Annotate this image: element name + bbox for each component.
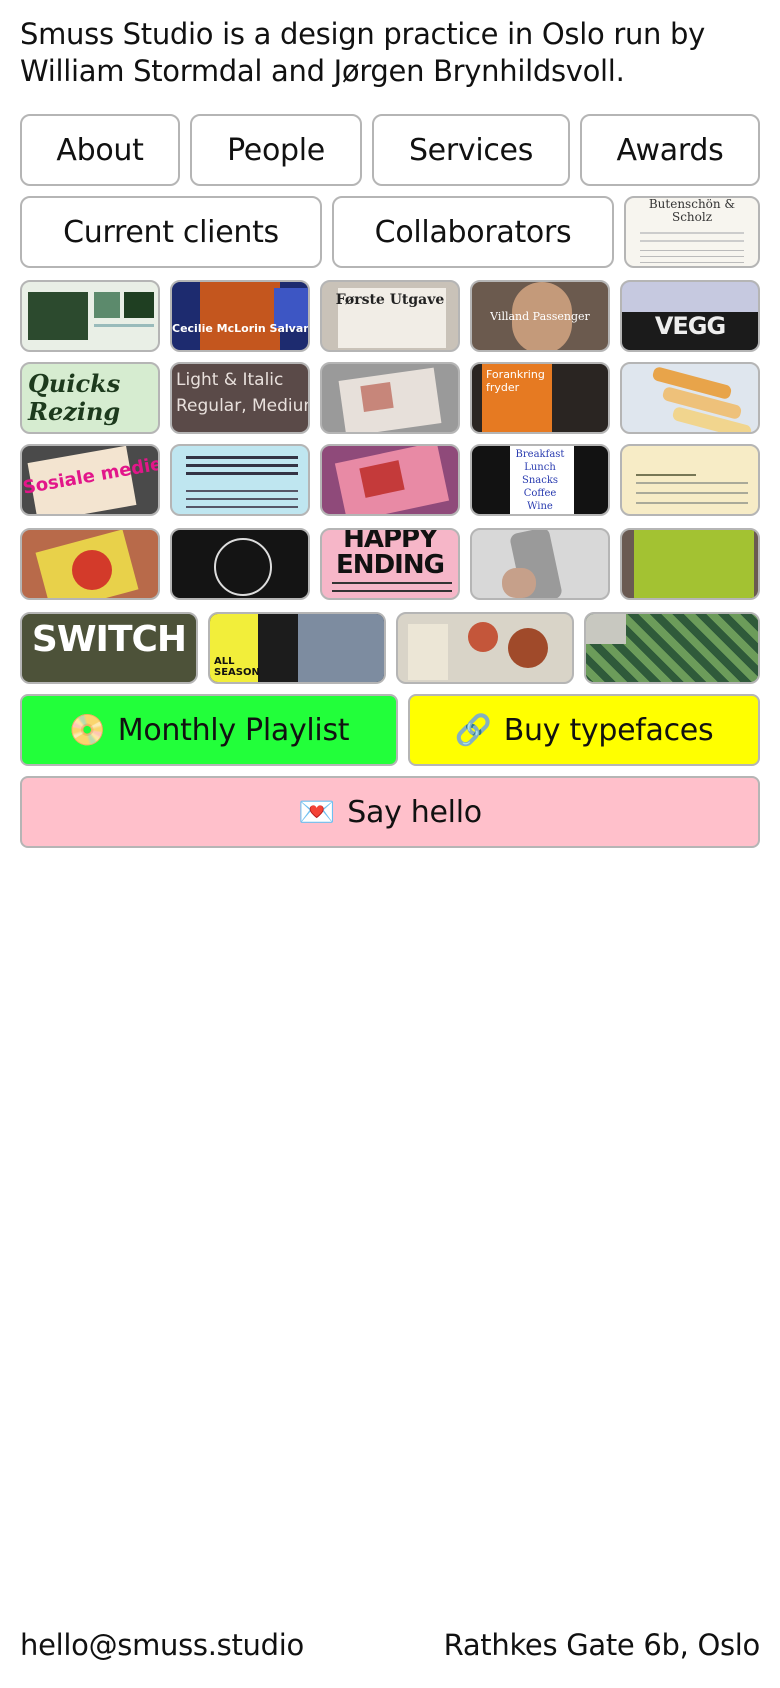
text-line [186,464,298,467]
project-thumbnail-green-tiles[interactable] [584,612,760,684]
project-thumbnail-happy-ending[interactable]: HAPPY ENDING [320,528,460,600]
project-thumbnail-villand[interactable]: Villand Passenger [470,280,610,352]
project-thumbnail-magazine[interactable] [320,362,460,434]
hand-image [502,568,536,598]
say-hello-button[interactable]: 💌 Say hello [20,776,760,848]
thumbnail-subtitle: Regular, Medium [176,396,310,416]
project-thumbnail-illustrated-menu[interactable] [620,444,760,516]
project-thumbnail-forste-utgave[interactable]: Første Utgave [320,280,460,352]
text-line [332,582,452,584]
menu-item: Coffee [523,488,557,499]
project-thumbnail-cecilie[interactable]: Cecilie McLorin Salvant [170,280,310,352]
disc-icon: 📀 [68,712,106,748]
project-thumbnail-vegg[interactable]: VEGG [620,280,760,352]
image-block [360,382,394,412]
monthly-playlist-label: Monthly Playlist [117,712,350,748]
project-thumbnail-type-specimen[interactable]: Light & Italic Regular, Medium [170,362,310,434]
studio-address: Rathkes Gate 6b, Oslo [443,1628,761,1662]
project-thumbnail-green-cover[interactable] [620,528,760,600]
project-thumbnail-can[interactable] [470,528,610,600]
thumbnail-title: Forankring fryder [486,368,545,394]
thumbnail-title: SWITCH [31,619,187,660]
project-thumbnail-bookshop-web[interactable] [20,280,160,352]
image-block [72,550,112,590]
text-line [640,232,744,234]
project-thumbnail-forankring[interactable]: Forankring fryder [470,362,610,434]
table-line [186,490,298,492]
current-clients-button[interactable]: Current clients [20,196,322,268]
project-thumbnail-cookbook[interactable] [20,528,160,600]
buy-typefaces-label: Buy typefaces [503,712,714,748]
contact-email-link[interactable]: hello@smuss.studio [20,1628,304,1662]
buy-typefaces-button[interactable]: 🔗 Buy typefaces [408,694,760,766]
mountain-image [298,614,384,682]
thumbnail-title: Villand Passenger [490,310,590,323]
thumbnail-title: VEGG [654,312,726,340]
studio-intro: Smuss Studio is a design practice in Osl… [20,17,706,88]
menu-item: Wine [527,501,553,512]
thumbnail-title: Quicks Rezing [28,369,121,426]
thumbnail-title: Cecilie McLorin Salvant [172,322,310,335]
say-hello-label: Say hello [347,794,482,830]
menu-item: Lunch [524,462,556,473]
menu-item: Snacks [521,475,559,486]
text-line [636,482,748,484]
thumbnail-title: Første Utgave [335,292,445,308]
thumbnail-title: Butenschön & Scholz [648,197,736,224]
project-thumbnail-switch[interactable]: SWITCH [20,612,198,684]
text-line [94,324,154,327]
text-line [640,240,744,242]
about-button[interactable]: About [20,114,180,186]
project-thumbnail-pink-book[interactable] [320,444,460,516]
plate-image [468,622,498,652]
project-thumbnail-food-table[interactable] [396,612,574,684]
project-thumbnail-all-season[interactable]: ALL SEASON [208,612,386,684]
project-thumbnail-quicks-rezing[interactable]: Quicks Rezing [20,362,160,434]
table-line [186,498,298,500]
link-icon: 🔗 [454,712,492,748]
table-line [640,250,744,251]
image-block [124,292,154,318]
love-letter-icon: 💌 [298,794,336,830]
table-line [186,506,298,508]
project-thumbnail-breakfast[interactable]: Breakfast Lunch Snacks Coffee Wine [470,444,610,516]
text-line [636,492,748,494]
people-button[interactable]: People [190,114,362,186]
monthly-playlist-button[interactable]: 📀 Monthly Playlist [20,694,398,766]
text-line [186,472,298,475]
text-line [332,590,452,592]
image-block [94,292,120,318]
plate-image [508,628,548,668]
illustration [636,452,696,476]
menu-item: Breakfast [515,449,565,460]
text-line [636,502,748,504]
table-line [640,256,744,257]
menu-image [408,624,448,680]
clock-image [214,538,272,596]
text-line [186,456,298,459]
project-thumbnail-sosiale-medier[interactable]: Sosiale medier [20,444,160,516]
collaborators-button[interactable]: Collaborators [332,196,614,268]
project-thumbnail-butenschon[interactable]: Butenschön & Scholz [624,196,760,268]
project-thumbnail-bottles[interactable] [620,362,760,434]
cover-image [634,530,754,598]
thumbnail-title: Light & Italic [176,370,284,390]
portrait-image [200,282,280,350]
project-thumbnail-clock[interactable] [170,528,310,600]
image-block [586,614,626,644]
thumbnail-title: HAPPY ENDING [336,528,445,580]
building-image [622,282,758,312]
table-line [640,262,744,263]
awards-button[interactable]: Awards [580,114,760,186]
project-thumbnail-info-sheet[interactable] [170,444,310,516]
image-block [28,292,88,340]
thumbnail-title: ALL SEASON [214,656,260,678]
services-button[interactable]: Services [372,114,570,186]
